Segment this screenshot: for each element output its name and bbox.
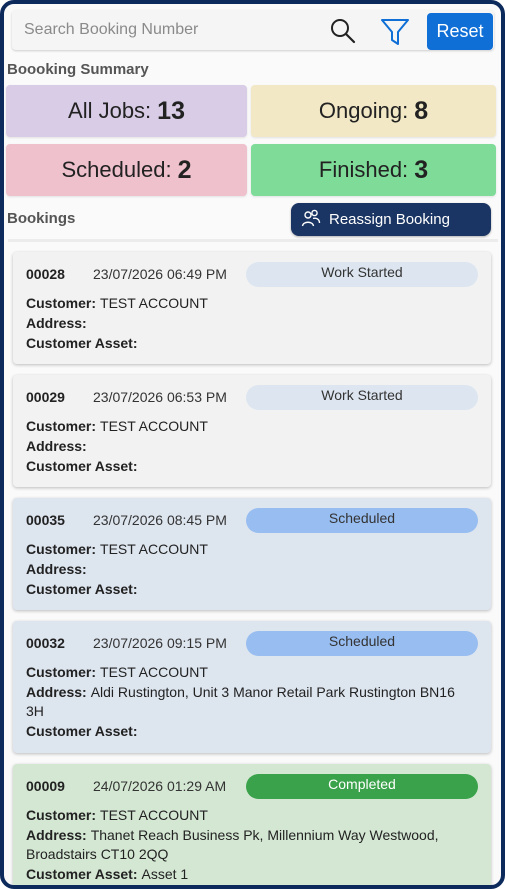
- customer-label: Customer:: [26, 418, 97, 434]
- asset-label: Customer Asset:: [26, 458, 138, 474]
- booking-datetime: 23/07/2026 09:15 PM: [93, 635, 227, 651]
- app-frame: Reset Boooking Summary All Jobs:13 Ongoi…: [0, 0, 505, 889]
- booking-datetime: 24/07/2026 01:29 AM: [93, 778, 227, 794]
- summary-count: 2: [177, 155, 192, 184]
- customer-value: TEST ACCOUNT: [100, 295, 208, 311]
- status-badge: Completed: [246, 774, 478, 799]
- asset-value: Asset 1: [141, 866, 189, 882]
- bookings-heading: Bookings: [7, 210, 76, 227]
- asset-label: Customer Asset:: [26, 581, 138, 597]
- asset-label: Customer Asset:: [26, 866, 138, 882]
- customer-label: Customer:: [26, 664, 97, 680]
- customer-label: Customer:: [26, 541, 97, 557]
- customer-value: TEST ACCOUNT: [100, 807, 208, 823]
- address-label: Address:: [26, 684, 87, 700]
- address-label: Address:: [26, 315, 87, 331]
- booking-card[interactable]: 00009 24/07/2026 01:29 AM Completed Cust…: [13, 764, 491, 885]
- booking-card[interactable]: 00029 23/07/2026 06:53 PM Work Started C…: [13, 375, 491, 487]
- reset-button[interactable]: Reset: [427, 13, 493, 50]
- search-input[interactable]: [18, 14, 358, 46]
- asset-label: Customer Asset:: [26, 335, 138, 351]
- people-icon: [301, 208, 321, 232]
- booking-number: 00035: [26, 512, 65, 528]
- booking-summary-heading: Boooking Summary: [7, 61, 149, 78]
- address-label: Address:: [26, 561, 87, 577]
- booking-number: 00029: [26, 389, 65, 405]
- booking-number: 00028: [26, 266, 65, 282]
- summary-label: Ongoing:: [318, 98, 409, 123]
- status-badge: Scheduled: [246, 631, 478, 656]
- booking-datetime: 23/07/2026 08:45 PM: [93, 512, 227, 528]
- summary-label: Scheduled:: [61, 157, 172, 182]
- booking-number: 00032: [26, 635, 65, 651]
- divider: [8, 239, 498, 242]
- booking-card[interactable]: 00035 23/07/2026 08:45 PM Scheduled Cust…: [13, 498, 491, 610]
- summary-label: All Jobs:: [68, 98, 152, 123]
- customer-label: Customer:: [26, 807, 97, 823]
- status-badge: Work Started: [246, 385, 478, 410]
- bookings-list[interactable]: 00028 23/07/2026 06:49 PM Work Started C…: [4, 244, 501, 885]
- summary-card-finished[interactable]: Finished: 3: [251, 144, 496, 196]
- customer-label: Customer:: [26, 295, 97, 311]
- booking-number: 00009: [26, 778, 65, 794]
- booking-card[interactable]: 00028 23/07/2026 06:49 PM Work Started C…: [13, 252, 491, 364]
- search-icon[interactable]: [328, 16, 358, 46]
- address-value: Aldi Rustington, Unit 3 Manor Retail Par…: [26, 684, 455, 719]
- booking-card[interactable]: 00032 23/07/2026 09:15 PM Scheduled Cust…: [13, 621, 491, 753]
- status-badge: Work Started: [246, 262, 478, 287]
- asset-label: Customer Asset:: [26, 723, 138, 739]
- status-badge: Scheduled: [246, 508, 478, 533]
- customer-value: TEST ACCOUNT: [100, 541, 208, 557]
- summary-count: 3: [414, 155, 429, 184]
- summary-count: 13: [157, 96, 185, 125]
- reassign-booking-label: Reassign Booking: [329, 211, 450, 228]
- address-label: Address:: [26, 827, 87, 843]
- address-label: Address:: [26, 438, 87, 454]
- address-value: Thanet Reach Business Pk, Millennium Way…: [26, 827, 439, 862]
- customer-value: TEST ACCOUNT: [100, 664, 208, 680]
- summary-count: 8: [414, 96, 429, 125]
- search-bar: Reset: [12, 10, 494, 50]
- summary-card-all-jobs[interactable]: All Jobs: 13: [6, 85, 247, 137]
- summary-label: Finished:: [318, 157, 409, 182]
- summary-card-scheduled[interactable]: Scheduled: 2: [6, 144, 247, 196]
- summary-card-ongoing[interactable]: Ongoing: 8: [251, 85, 496, 137]
- booking-datetime: 23/07/2026 06:49 PM: [93, 266, 227, 282]
- filter-icon[interactable]: [378, 15, 412, 49]
- customer-value: TEST ACCOUNT: [100, 418, 208, 434]
- booking-datetime: 23/07/2026 06:53 PM: [93, 389, 227, 405]
- reassign-booking-button[interactable]: Reassign Booking: [291, 203, 491, 236]
